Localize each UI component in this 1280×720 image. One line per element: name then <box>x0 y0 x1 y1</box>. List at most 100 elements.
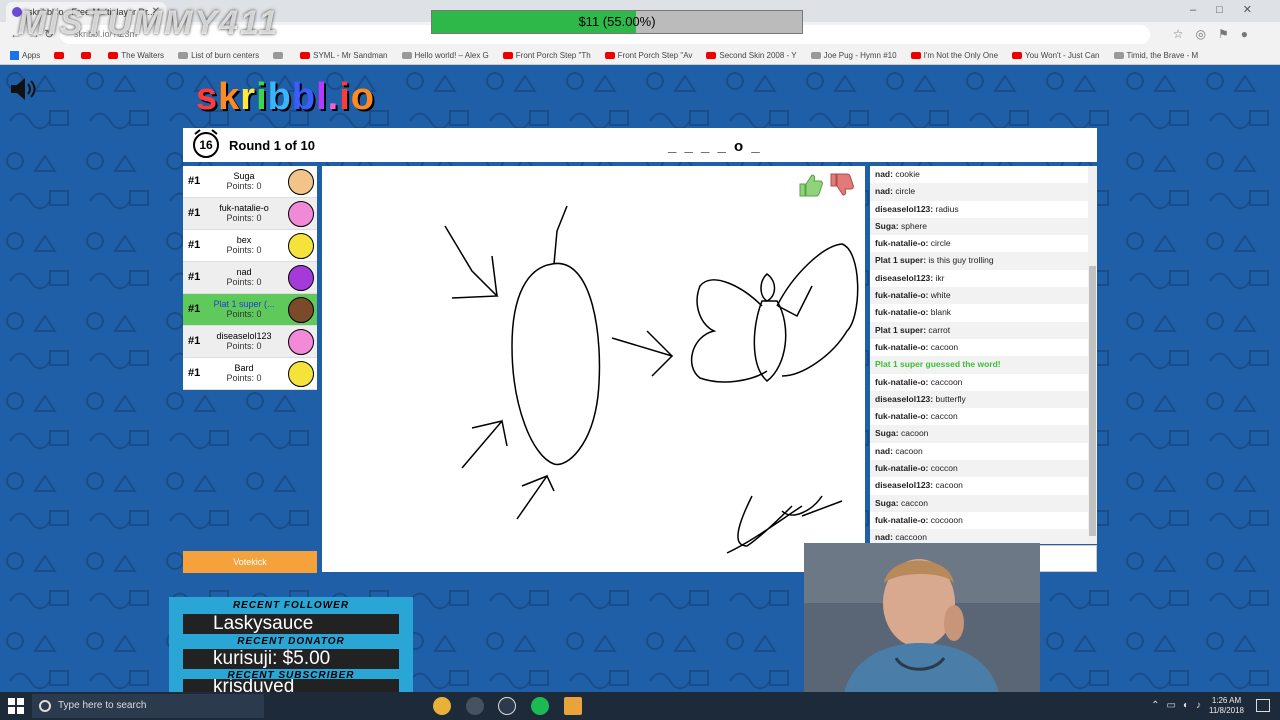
bookmark-item[interactable]: List of burn centers <box>178 51 259 60</box>
notification-icon[interactable] <box>1256 699 1270 712</box>
player-row[interactable]: #1 fuk-natalie-o Points: 0 <box>183 198 317 230</box>
bookmark-label: I'm Not the Only One <box>923 51 999 60</box>
bookmark-label: List of burn centers <box>191 51 260 60</box>
chat-user: Plat 1 super <box>875 324 924 335</box>
player-row[interactable]: #1 Plat 1 super (... Points: 0 <box>183 294 317 326</box>
youtube-icon <box>604 52 615 59</box>
bookmark-item[interactable]: Front Porch Step "Th <box>502 51 591 60</box>
bookmark-item[interactable]: You Won't - Just Can <box>1012 51 1100 60</box>
chat-user: fuk-natalie-o <box>875 341 926 352</box>
bookmark-item[interactable]: Front Porch Step "Av <box>604 51 693 60</box>
webcam-feed <box>804 543 1040 693</box>
bookmark-item[interactable]: Joe Pug - Hymn #10 <box>810 51 897 60</box>
bookmark-item[interactable] <box>54 52 67 59</box>
bookmark-item[interactable]: Hello world! – Alex G <box>401 51 489 60</box>
taskbar-time: 1:26 AM <box>1211 696 1242 705</box>
chat-message: fuk-natalie-o: caccon <box>870 408 1097 425</box>
wikipedia-icon <box>178 52 189 59</box>
chat-scrollbar[interactable] <box>1088 166 1097 544</box>
system-tray[interactable]: ⌃▭◐♪ <box>1151 700 1208 711</box>
bookmark-label: Timid, the Brave - M <box>1126 51 1199 60</box>
player-name: diseaselol123 <box>216 331 272 341</box>
taskbar-date: 11/8/2018 <box>1209 706 1244 715</box>
drawing-canvas[interactable] <box>322 166 865 572</box>
page-icon <box>1113 52 1124 59</box>
chat-text: is this guy trolling <box>928 255 994 266</box>
chat-text: caccoon <box>895 532 927 543</box>
bookmark-label: SYML - Mr Sandman <box>313 51 388 60</box>
chat-user: diseaselol123 <box>875 393 931 404</box>
recent-follower: Laskysauce <box>183 614 399 634</box>
chat-message: fuk-natalie-o: circle <box>870 235 1097 252</box>
player-row[interactable]: #1 nad Points: 0 <box>183 262 317 294</box>
bookmark-item[interactable]: SYML - Mr Sandman <box>300 51 388 60</box>
taskbar-search-placeholder: Type here to search <box>58 700 147 711</box>
chat-text: caccoon <box>930 376 963 387</box>
player-rank: #1 <box>188 271 201 283</box>
player-name: bex <box>236 235 252 245</box>
player-row[interactable]: #1 Suga Points: 0 <box>183 166 317 198</box>
obs-icon[interactable] <box>466 697 484 715</box>
chat-user: nad <box>875 445 891 456</box>
chat-message: fuk-natalie-o: coccon <box>870 460 1097 478</box>
bookmark-item[interactable]: Second Skin 2008 - Y <box>706 51 797 60</box>
chat-scrollbar-thumb[interactable] <box>1089 266 1096 536</box>
bookmark-item[interactable]: I'm Not the Only One <box>910 51 999 60</box>
thumbs-down-icon[interactable] <box>828 172 854 198</box>
recent-donator: kurisuji: $5.00 <box>183 649 399 669</box>
chat-user: diseaselol123 <box>875 480 931 491</box>
taskbar-clock[interactable]: 1:26 AM 11/8/2018 <box>1209 696 1244 716</box>
youtube-icon <box>910 52 921 59</box>
thumbs-up-icon[interactable] <box>797 172 823 198</box>
files-icon[interactable] <box>564 697 582 715</box>
bookmark-label: Joe Pug - Hymn #10 <box>823 51 897 60</box>
player-row[interactable]: #1 bex Points: 0 <box>183 230 317 262</box>
window-controls[interactable]: –□✕ <box>1190 3 1272 16</box>
chrome-icon[interactable] <box>433 697 451 715</box>
chat-text: cacoon <box>935 480 963 491</box>
player-avatar <box>288 169 314 195</box>
player-row[interactable]: #1 diseaselol123 Points: 0 <box>183 326 317 358</box>
player-rank: #1 <box>188 207 201 219</box>
votekick-button[interactable]: Votekick <box>183 551 317 573</box>
bookmark-label: Hello world! – Alex G <box>414 51 489 60</box>
chat-message: fuk-natalie-o: caccoon <box>870 374 1097 391</box>
bookmark-item[interactable]: The Walters <box>108 51 164 60</box>
bookmark-item[interactable] <box>273 52 286 59</box>
bookmark-item[interactable]: Apps <box>10 51 40 60</box>
player-rank: #1 <box>188 335 201 347</box>
chat-text: white <box>930 290 951 301</box>
taskbar-search[interactable]: Type here to search <box>32 694 264 718</box>
player-avatar <box>288 297 314 323</box>
bookmark-item[interactable]: Timid, the Brave - M <box>1113 51 1199 60</box>
bookmark-label: Front Porch Step "Av <box>617 51 693 60</box>
donation-goal-bar: $11 (55.00%) <box>431 10 803 34</box>
chat-text: sphere <box>900 220 927 231</box>
player-avatar <box>288 329 314 355</box>
player-name: Plat 1 super (... <box>213 299 275 309</box>
steam-icon[interactable] <box>498 697 516 715</box>
player-points: Points: 0 <box>226 277 262 287</box>
chat-message: fuk-natalie-o: blank <box>870 304 1097 321</box>
chat-message: nad: cookie <box>870 166 1097 183</box>
player-points: Points: 0 <box>226 213 262 223</box>
chat-message: Suga: sphere <box>870 217 1097 236</box>
player-row[interactable]: #1 Bard Points: 0 <box>183 358 317 390</box>
chat-message: diseaselol123: butterfly <box>870 390 1097 409</box>
chat-text: radius <box>935 203 959 214</box>
bookmark-label: The Walters <box>121 51 165 60</box>
goal-text: $11 (55.00%) <box>578 14 656 29</box>
player-list: #1 Suga Points: 0 #1 fuk-natalie-o Points: 0 #… <box>183 166 317 390</box>
player-name: fuk-natalie-o <box>219 203 269 213</box>
chat-user: diseaselol123 <box>875 272 931 283</box>
youtube-icon <box>502 52 513 59</box>
extension-icons[interactable]: ☆◎⚑● <box>1173 27 1260 41</box>
bookmark-item[interactable] <box>81 52 94 59</box>
chat-text: cookie <box>895 169 920 179</box>
youtube-icon <box>108 52 119 59</box>
windows-start-icon[interactable] <box>8 698 24 714</box>
chat-user: nad <box>875 169 891 179</box>
sound-icon[interactable] <box>8 75 38 103</box>
spotify-icon[interactable] <box>531 697 549 715</box>
game-header <box>183 128 1097 162</box>
